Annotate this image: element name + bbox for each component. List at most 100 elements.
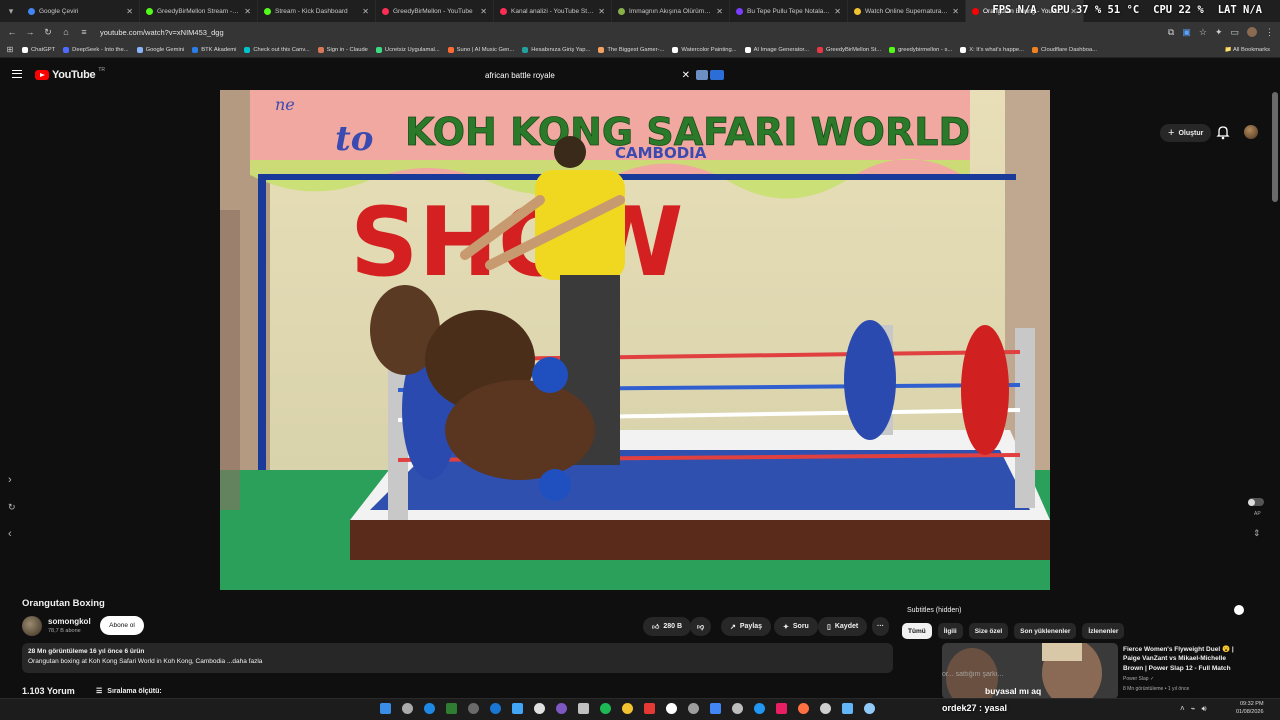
bookmark-item[interactable]: Check out this Canv...: [240, 46, 313, 53]
share-button[interactable]: ↗ Paylaş: [721, 617, 772, 636]
browser-tab[interactable]: Bu Tepe Pullu Tepe Notaları | N ✕: [730, 0, 848, 22]
browser-tab[interactable]: Kanal analizi - YouTube Studio ✕: [494, 0, 612, 22]
bookmark-item[interactable]: AI Image Generator...: [741, 46, 813, 53]
translate-icon[interactable]: ⧉: [1168, 27, 1174, 38]
close-tab-icon[interactable]: ✕: [716, 7, 723, 16]
app-icon[interactable]: [798, 703, 809, 714]
chrome-icon[interactable]: [710, 703, 721, 714]
app-icon[interactable]: [842, 703, 853, 714]
settings-icon[interactable]: [578, 703, 589, 714]
all-bookmarks-button[interactable]: 📁 All Bookmarks: [1224, 47, 1276, 53]
extension-icon[interactable]: ▣: [1182, 27, 1191, 38]
bookmark-item[interactable]: Suno | AI Music Gen...: [444, 46, 519, 53]
close-tab-icon[interactable]: ✕: [362, 7, 369, 16]
edge-icon[interactable]: [424, 703, 435, 714]
collapse-left-icon[interactable]: ‹: [8, 528, 12, 540]
tray-chevron-icon[interactable]: ˄: [1180, 704, 1185, 714]
discord-icon[interactable]: [556, 703, 567, 714]
browser-tab[interactable]: Stream - Kick Dashboard ✕: [258, 0, 376, 22]
terminal-icon[interactable]: [688, 703, 699, 714]
close-tab-icon[interactable]: ✕: [126, 7, 133, 16]
menu-icon[interactable]: [12, 70, 22, 78]
bookmark-item[interactable]: Watercolor Painting...: [668, 46, 740, 53]
translate-extension-icon[interactable]: [710, 70, 724, 80]
close-tab-icon[interactable]: ✕: [244, 7, 251, 16]
app-icon[interactable]: [776, 703, 787, 714]
channel-avatar[interactable]: [22, 616, 42, 636]
spotify-icon[interactable]: [600, 703, 611, 714]
bookmark-item[interactable]: Sign in - Claude: [314, 46, 372, 53]
bookmark-item[interactable]: Google Gemini: [133, 46, 189, 53]
page-scrollbar[interactable]: [1272, 92, 1278, 202]
bookmark-star-icon[interactable]: ☆: [1199, 27, 1207, 38]
sort-comments-button[interactable]: ☰ Sıralama ölçütü:: [96, 687, 162, 696]
filter-chip[interactable]: İlgili: [937, 623, 963, 639]
bookmark-item[interactable]: greedybirmellon - s...: [885, 46, 956, 53]
close-tab-icon[interactable]: ✕: [480, 7, 487, 16]
bookmark-item[interactable]: Cloudflare Dashboa...: [1028, 46, 1101, 53]
browser-tab[interactable]: GreedyBirMellon - YouTube ✕: [376, 0, 494, 22]
more-actions-button[interactable]: ···: [872, 617, 889, 636]
ask-button[interactable]: ✦ Soru: [774, 617, 818, 636]
browser-tab[interactable]: İmmagnın Akışına Ölürüm Türkü ✕: [612, 0, 730, 22]
refresh-icon[interactable]: ↻: [8, 502, 16, 513]
reload-icon[interactable]: ↻: [42, 27, 54, 38]
close-tab-icon[interactable]: ✕: [598, 7, 605, 16]
mail-icon[interactable]: [490, 703, 501, 714]
recommended-title[interactable]: Fierce Women's Flyweight Duel 😮 | Paige …: [1123, 645, 1243, 673]
url-field[interactable]: youtube.com/watch?v=xNIM453_dgg: [100, 28, 224, 37]
subscribe-button[interactable]: Abone ol: [100, 616, 144, 635]
browser-tab[interactable]: Google Çeviri ✕: [22, 0, 140, 22]
network-icon[interactable]: ⌁: [1191, 704, 1196, 714]
bookmark-item[interactable]: X: It's what's happe...: [956, 46, 1028, 53]
search-box[interactable]: african battle royale ✕: [478, 66, 730, 84]
create-button[interactable]: + Oluştur: [1160, 124, 1212, 142]
keyboard-extension-icon[interactable]: [696, 70, 708, 80]
filter-chip[interactable]: Son yüklenenler: [1014, 623, 1077, 639]
chat-header[interactable]: Subtitles (hidden): [900, 602, 1250, 618]
folder-icon[interactable]: [622, 703, 633, 714]
volume-icon[interactable]: 🔊︎: [1202, 704, 1207, 714]
profile-icon[interactable]: [1247, 27, 1257, 37]
store-icon[interactable]: [512, 703, 523, 714]
opera-icon[interactable]: [644, 703, 655, 714]
system-clock[interactable]: 09:32 PM 01/08/2026: [1236, 700, 1264, 717]
notifications-bell-icon[interactable]: [1216, 124, 1230, 140]
chevron-down-icon[interactable]: [1234, 605, 1244, 615]
browser-tab[interactable]: GreedyBirMellon Stream - Wat ✕: [140, 0, 258, 22]
filter-chip[interactable]: Tümü: [902, 623, 932, 639]
search-input[interactable]: african battle royale: [478, 71, 682, 80]
steam-icon[interactable]: [468, 703, 479, 714]
xbox-icon[interactable]: [446, 703, 457, 714]
extensions-puzzle-icon[interactable]: ✦: [1215, 27, 1223, 38]
expand-sidebar-icon[interactable]: ⇕: [1253, 528, 1261, 539]
cast-icon[interactable]: ▭: [1230, 27, 1239, 38]
filter-chip[interactable]: İzlenenler: [1082, 623, 1125, 639]
account-avatar[interactable]: [1244, 125, 1258, 139]
bookmark-item[interactable]: GreedyBirMellon St...: [813, 46, 885, 53]
tab-search-icon[interactable]: ▾: [0, 0, 22, 22]
recommended-channel[interactable]: Power Slap ✓: [1123, 676, 1154, 682]
bookmark-item[interactable]: DeepSeek - Into the...: [59, 46, 132, 53]
app-icon[interactable]: [820, 703, 831, 714]
save-button[interactable]: ▯ Kaydet: [818, 617, 868, 636]
close-tab-icon[interactable]: ✕: [834, 7, 841, 16]
clear-search-icon[interactable]: ✕: [682, 70, 690, 81]
youtube-logo[interactable]: YouTube TR: [35, 67, 105, 81]
bookmark-item[interactable]: Hesabınıza Giriş Yap...: [518, 46, 594, 53]
vscode-icon[interactable]: [754, 703, 765, 714]
browser-tab[interactable]: Watch Online Supernatural Sea ✕: [848, 0, 966, 22]
more-menu-icon[interactable]: ⋮: [1265, 27, 1274, 38]
dislike-button[interactable]: 👎︎: [690, 617, 712, 636]
expand-right-icon[interactable]: ›: [8, 474, 12, 486]
app-icon[interactable]: [864, 703, 875, 714]
bookmark-item[interactable]: ChatGPT: [18, 46, 59, 53]
apps-grid-icon[interactable]: ⊞: [4, 45, 16, 54]
start-icon[interactable]: [380, 703, 391, 714]
forward-icon[interactable]: →: [24, 27, 36, 37]
bookmark-item[interactable]: BTK Akademi: [188, 46, 240, 53]
site-info-icon[interactable]: ≡: [78, 27, 90, 37]
notion-icon[interactable]: [666, 703, 677, 714]
close-tab-icon[interactable]: ✕: [952, 7, 959, 16]
filter-chip[interactable]: Size özel: [968, 623, 1009, 639]
